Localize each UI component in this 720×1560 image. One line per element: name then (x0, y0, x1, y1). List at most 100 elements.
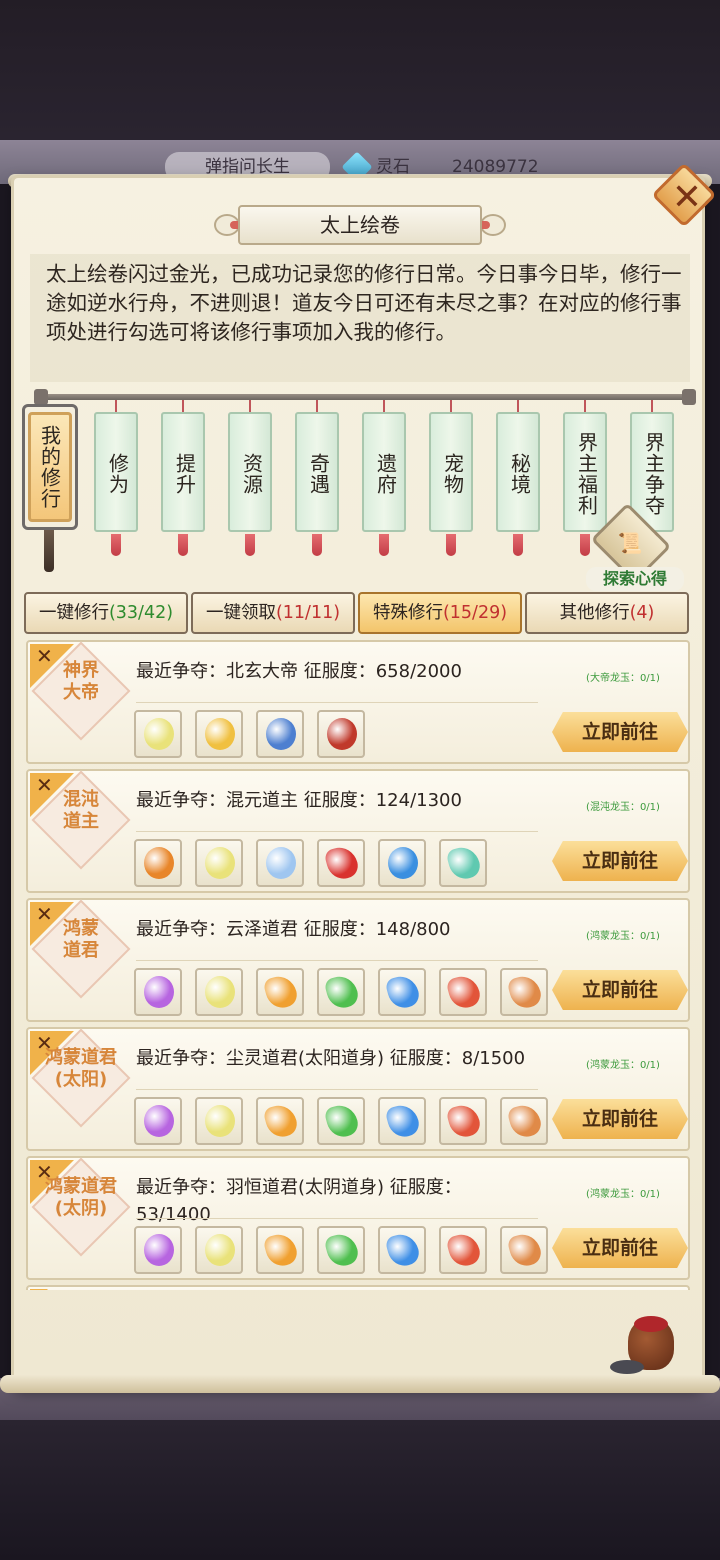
tab-tassel (580, 534, 590, 556)
reward-item[interactable] (378, 1226, 426, 1274)
reward-item[interactable] (439, 1097, 487, 1145)
reward-item[interactable] (317, 839, 365, 887)
rod-end-right (682, 389, 696, 405)
red-shard-icon (445, 972, 483, 1012)
reward-item[interactable] (195, 968, 243, 1016)
go-now-button[interactable]: 立即前往 (552, 1228, 688, 1268)
title-badge-text: 鸿蒙道君 (太阴) (45, 1176, 117, 1219)
action-count: (33/42) (108, 603, 174, 623)
reward-item[interactable] (134, 1097, 182, 1145)
action-label: 特殊修行 (372, 603, 443, 623)
reward-item[interactable] (134, 710, 182, 758)
go-now-button[interactable]: 立即前往 (552, 841, 688, 881)
description-text: 太上绘卷闪过金光，已成功记录您的修行日常。今日事今日毕，修行一途如逆水行舟，不进… (46, 262, 682, 344)
tab-tassel (379, 534, 389, 556)
special-cultivation-tab[interactable]: 特殊修行(15/29) (358, 592, 522, 634)
reward-item[interactable] (256, 839, 304, 887)
tab-7[interactable]: 秘境 (496, 412, 540, 532)
card-divider (136, 1218, 538, 1219)
reward-item[interactable] (317, 968, 365, 1016)
green-shard-icon (323, 972, 361, 1012)
action-count: (4) (629, 603, 655, 623)
tab-4[interactable]: 奇遇 (295, 412, 339, 532)
reward-item[interactable] (378, 839, 426, 887)
go-now-button[interactable]: 立即前往 (552, 970, 688, 1010)
tab-label: 遗府 (373, 453, 398, 495)
reward-item[interactable] (195, 1226, 243, 1274)
reward-item[interactable] (439, 1226, 487, 1274)
tab-label: 宠物 (440, 453, 465, 495)
reward-item[interactable] (134, 839, 182, 887)
reward-item[interactable] (439, 968, 487, 1016)
green-shard-icon (323, 1230, 361, 1270)
explore-label[interactable]: 探索心得 (586, 567, 684, 591)
close-x-icon[interactable]: ✕ (661, 172, 713, 224)
book-icon: 📜 (617, 531, 643, 555)
blue-orb-icon (388, 847, 418, 879)
reward-item[interactable] (256, 968, 304, 1016)
special-cultivation-list[interactable]: ✕ 神界 大帝 最近争夺：北玄大帝 征服度：658/2000 (大帝龙玉：0/1) 立即前… (26, 640, 692, 1290)
reward-item[interactable] (195, 710, 243, 758)
scroll-bottom-roller (0, 1375, 720, 1393)
one-click-claim-button[interactable]: 一键领取(11/11) (191, 592, 355, 634)
reward-item[interactable] (378, 1097, 426, 1145)
tab-6[interactable]: 宠物 (429, 412, 473, 532)
cultivation-card: ✕ 混沌 道主 最近争夺：混元道主 征服度：124/1300 (混沌龙玉：0/1) 立即前… (26, 769, 690, 893)
tab-tassel (245, 534, 255, 556)
amber-shard-icon (506, 972, 544, 1012)
tab-tassel (312, 534, 322, 556)
reward-item[interactable] (195, 839, 243, 887)
reward-item[interactable] (256, 1226, 304, 1274)
tab-tassel-active (44, 530, 54, 572)
tab-1[interactable]: 修为 (94, 412, 138, 532)
reward-item[interactable] (500, 968, 548, 1016)
green-shard-icon (323, 1101, 361, 1141)
tab-label: 我的修行 (37, 425, 62, 509)
tab-5[interactable]: 遗府 (362, 412, 406, 532)
red-crystal-icon (323, 843, 361, 883)
tab-2[interactable]: 提升 (161, 412, 205, 532)
reward-item[interactable] (134, 968, 182, 1016)
yellow-orb-icon (205, 847, 235, 879)
reward-item[interactable] (500, 1097, 548, 1145)
tab-tassel (178, 534, 188, 556)
other-cultivation-tab[interactable]: 其他修行(4) (525, 592, 689, 634)
cultivation-card: ✕ 鸿蒙 道君 最近争夺：云泽道君 征服度：148/800 (鸿蒙龙玉：0/1) 立即前往 (26, 898, 690, 1022)
tab-tassel (513, 534, 523, 556)
title-badge-text: 神界 大帝 (63, 660, 99, 703)
purple-aura-icon (144, 1234, 174, 1266)
reward-item[interactable] (317, 1097, 365, 1145)
orange-shard-icon (262, 972, 300, 1012)
reward-item[interactable] (195, 1097, 243, 1145)
reward-item[interactable] (134, 1226, 182, 1274)
tab-label: 界主福利 (574, 432, 599, 516)
yellow-orb-icon (144, 718, 174, 750)
yellow-orb-icon (205, 976, 235, 1008)
dragon-jade-progress: (鸿蒙龙玉：0/1) (586, 1189, 660, 1200)
go-now-button[interactable]: 立即前往 (552, 1099, 688, 1139)
card-divider (136, 702, 538, 703)
reward-item[interactable] (439, 839, 487, 887)
tab-3[interactable]: 资源 (228, 412, 272, 532)
reward-item[interactable] (256, 710, 304, 758)
red-shard-icon (445, 1230, 483, 1270)
recent-contest-info: 最近争夺：尘灵道君(太阳道身) 征服度：8/1500 (136, 1048, 526, 1069)
blue-shard-icon (384, 1230, 422, 1270)
fire-bowl-icon (144, 847, 174, 879)
tab-my-cultivation[interactable]: 我的修行 (28, 412, 72, 522)
wine-jar-cap (634, 1316, 668, 1332)
go-now-button[interactable]: 立即前往 (552, 712, 688, 752)
remove-corner[interactable] (30, 1289, 48, 1290)
tab-label: 资源 (239, 453, 264, 495)
blue-chest-icon (266, 718, 296, 750)
reward-item[interactable] (378, 968, 426, 1016)
flame-crown-icon (205, 718, 235, 750)
reward-item[interactable] (256, 1097, 304, 1145)
reward-item[interactable] (500, 1226, 548, 1274)
yellow-orb-icon (205, 1234, 235, 1266)
one-click-cultivate-button[interactable]: 一键修行(33/42) (24, 592, 188, 634)
reward-item[interactable] (317, 1226, 365, 1274)
dragon-jade-progress: (混沌龙玉：0/1) (586, 802, 660, 813)
tab-8[interactable]: 界主福利 (563, 412, 607, 532)
reward-item[interactable] (317, 710, 365, 758)
